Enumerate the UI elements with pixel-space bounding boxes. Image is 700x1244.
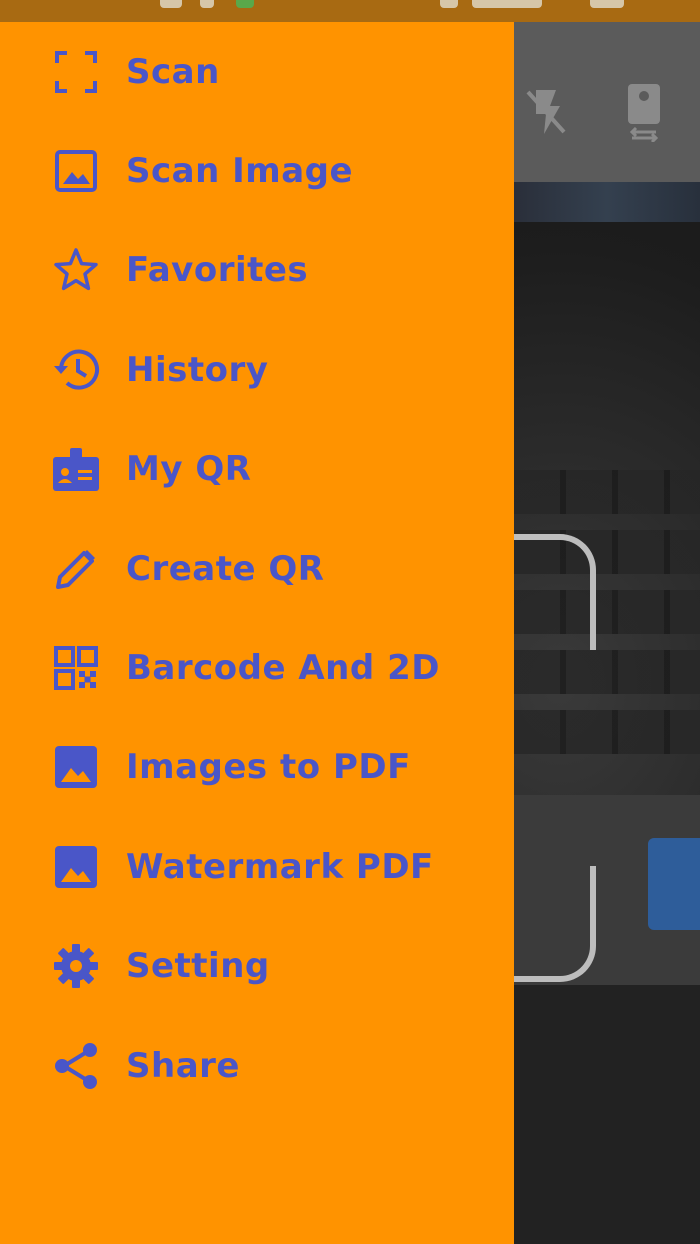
gear-icon <box>51 941 101 991</box>
drawer-item-label: Images to PDF <box>126 747 411 788</box>
drawer-item-images-to-pdf[interactable]: Images to PDF <box>0 718 514 817</box>
share-icon <box>51 1041 101 1091</box>
photo-icon <box>51 842 101 892</box>
drawer-item-label: Scan <box>126 51 220 92</box>
drawer-item-label: Favorites <box>126 250 309 291</box>
drawer-item-favorites[interactable]: Favorites <box>0 221 514 320</box>
drawer-item-barcode-and-2d[interactable]: Barcode And 2D <box>0 618 514 717</box>
image-icon <box>51 146 101 196</box>
drawer-item-label: Setting <box>126 946 270 987</box>
drawer-item-share[interactable]: Share <box>0 1016 514 1115</box>
pencil-icon <box>51 544 101 594</box>
drawer-item-label: Scan Image <box>126 151 354 192</box>
drawer-item-scan[interactable]: Scan <box>0 22 514 121</box>
navigation-drawer: Scan Scan Image Favorites History My QR … <box>0 0 514 1244</box>
flash-off-icon[interactable] <box>518 82 574 142</box>
qr-code-icon <box>51 643 101 693</box>
drawer-item-label: Create QR <box>126 548 325 589</box>
photo-icon <box>51 742 101 792</box>
drawer-item-label: History <box>126 349 269 390</box>
status-bar <box>0 0 700 22</box>
scan-frame-icon <box>51 47 101 97</box>
switch-camera-icon[interactable] <box>616 82 672 142</box>
drawer-item-setting[interactable]: Setting <box>0 917 514 1016</box>
drawer-item-label: Watermark PDF <box>126 846 434 887</box>
drawer-item-watermark-pdf[interactable]: Watermark PDF <box>0 817 514 916</box>
drawer-item-my-qr[interactable]: My QR <box>0 420 514 519</box>
drawer-item-label: Share <box>126 1045 240 1086</box>
id-badge-icon <box>51 444 101 494</box>
history-icon <box>51 345 101 395</box>
drawer-item-scan-image[interactable]: Scan Image <box>0 121 514 220</box>
drawer-menu: Scan Scan Image Favorites History My QR … <box>0 22 514 1115</box>
star-icon <box>51 245 101 295</box>
drawer-item-history[interactable]: History <box>0 320 514 419</box>
drawer-item-label: My QR <box>126 449 252 490</box>
drawer-item-label: Barcode And 2D <box>126 648 440 689</box>
drawer-item-create-qr[interactable]: Create QR <box>0 519 514 618</box>
